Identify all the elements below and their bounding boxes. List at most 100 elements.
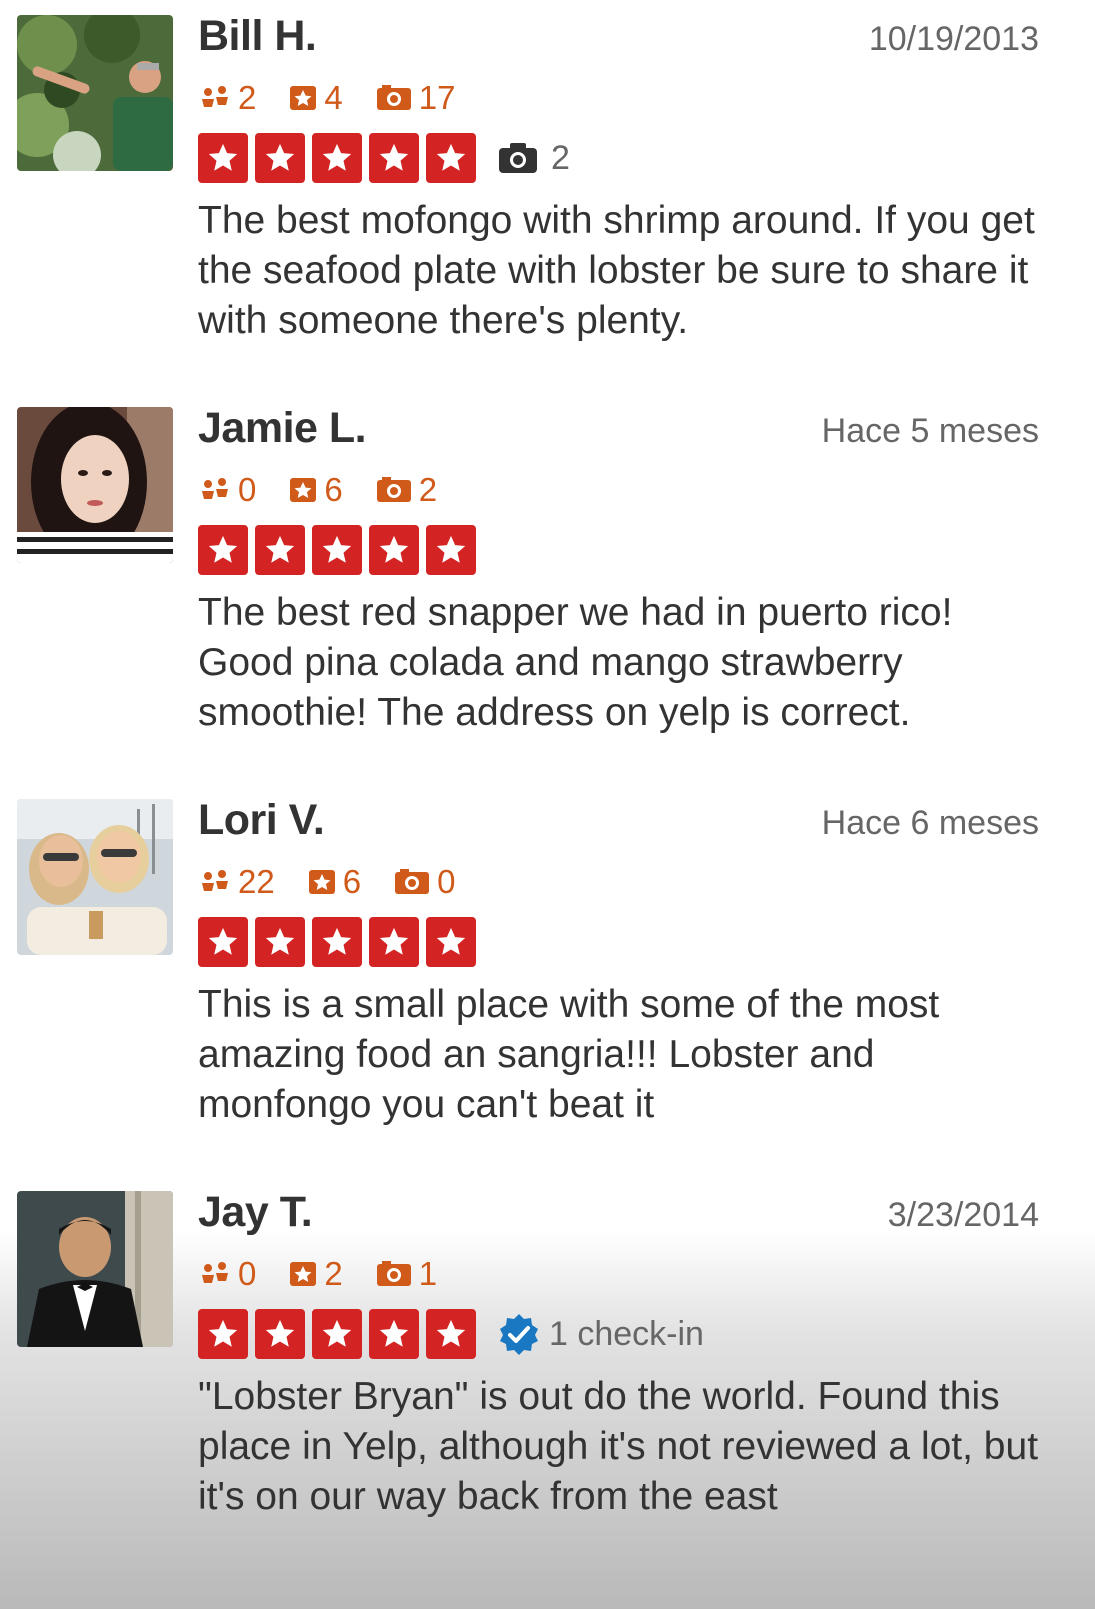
reviews-count: 4 — [324, 79, 343, 116]
review-photos-badge[interactable]: 2 — [497, 139, 570, 178]
reviewer-stats: 0 2 1 — [198, 1254, 469, 1294]
photos-stat: 0 — [393, 863, 455, 901]
reviews-stat: 2 — [288, 1255, 343, 1293]
rating-star — [198, 133, 248, 183]
rating-star — [312, 133, 362, 183]
checkin-count: 1 check-in — [549, 1314, 704, 1353]
rating-star — [255, 133, 305, 183]
review-text: "Lobster Bryan" is out do the world. Fou… — [198, 1375, 1039, 1518]
review-item[interactable]: Bill H. 10/19/2013 2 4 17 2 The best mof… — [0, 0, 1095, 400]
reviewer-name[interactable]: Jamie L. — [198, 404, 367, 453]
rating-star — [369, 1309, 419, 1359]
photos-count: 0 — [437, 863, 456, 900]
review-star-icon — [290, 86, 317, 110]
photo-icon — [395, 869, 430, 894]
photos-stat: 17 — [375, 79, 456, 117]
friends-stat: 0 — [198, 1255, 256, 1293]
avatar[interactable] — [17, 1191, 173, 1347]
review-item[interactable]: Jay T. 3/23/2014 0 2 1 1 check-in "Lobst… — [0, 1176, 1095, 1576]
friends-stat: 0 — [198, 471, 256, 509]
rating-star — [426, 1309, 476, 1359]
reviewer-name[interactable]: Jay T. — [198, 1188, 313, 1237]
photo-icon — [376, 85, 411, 110]
checkin-badge: 1 check-in — [497, 1312, 704, 1356]
rating-star — [426, 917, 476, 967]
star-icon — [265, 1319, 295, 1347]
star-icon — [265, 535, 295, 563]
avatar[interactable] — [17, 15, 173, 171]
rating-star — [255, 525, 305, 575]
friends-icon — [202, 478, 228, 499]
photos-stat: 2 — [375, 471, 437, 509]
reviews-stat: 4 — [288, 79, 343, 117]
rating-star — [426, 525, 476, 575]
rating-star — [312, 525, 362, 575]
review-photos-count: 2 — [551, 138, 570, 177]
rating-star — [312, 1309, 362, 1359]
star-icon — [265, 143, 295, 171]
reviewer-name[interactable]: Bill H. — [198, 12, 317, 61]
avatar[interactable] — [17, 407, 173, 563]
reviews-stat: 6 — [307, 863, 361, 901]
review-text: This is a small place with some of the m… — [198, 983, 940, 1126]
rating-star — [255, 1309, 305, 1359]
reviews-count: 6 — [342, 863, 362, 900]
star-icon — [436, 143, 466, 171]
rating-star — [255, 917, 305, 967]
review-date: Hace 5 meses — [821, 412, 1039, 450]
avatar[interactable] — [17, 799, 173, 955]
star-icon — [436, 927, 466, 955]
review-item[interactable]: Lori V. Hace 6 meses 22 6 0 This is a sm… — [0, 784, 1095, 1184]
review-text: The best red snapper we had in puerto ri… — [198, 591, 953, 734]
reviewer-stats: 22 6 0 — [198, 862, 487, 902]
review-star-icon — [308, 870, 335, 894]
star-icon — [208, 535, 238, 563]
star-rating — [198, 916, 483, 968]
rating-star — [369, 917, 419, 967]
star-icon — [379, 927, 409, 955]
reviews-list: Bill H. 10/19/2013 2 4 17 2 The best mof… — [0, 0, 1095, 1609]
star-icon — [208, 1319, 238, 1347]
star-icon — [208, 143, 238, 171]
star-icon — [379, 1319, 409, 1347]
rating-star — [369, 525, 419, 575]
reviewer-stats: 0 6 2 — [198, 470, 469, 510]
star-icon — [322, 1319, 352, 1347]
star-icon — [379, 143, 409, 171]
star-icon — [322, 927, 352, 955]
friends-count: 0 — [238, 471, 257, 508]
camera-icon — [499, 143, 537, 173]
photos-count: 17 — [418, 79, 456, 116]
star-icon — [436, 1319, 466, 1347]
reviewer-stats: 2 4 17 — [198, 78, 487, 118]
review-date: Hace 6 meses — [821, 804, 1039, 842]
rating-star — [369, 133, 419, 183]
star-icon — [208, 927, 238, 955]
star-rating: 2 — [198, 132, 570, 184]
friends-count: 22 — [238, 863, 275, 900]
reviewer-name[interactable]: Lori V. — [198, 796, 325, 845]
star-icon — [322, 535, 352, 563]
friends-count: 0 — [238, 1255, 257, 1292]
friends-stat: 22 — [198, 863, 275, 901]
star-rating — [198, 524, 483, 576]
review-star-icon — [290, 478, 317, 502]
rating-star — [312, 917, 362, 967]
review-star-icon — [290, 1262, 317, 1286]
star-icon — [265, 927, 295, 955]
friends-icon — [202, 1262, 228, 1283]
friends-icon — [202, 870, 228, 891]
rating-star — [426, 133, 476, 183]
friends-stat: 2 — [198, 79, 256, 117]
photos-count: 1 — [418, 1255, 438, 1292]
friends-count: 2 — [238, 79, 257, 116]
review-date: 3/23/2014 — [887, 1196, 1039, 1234]
photos-stat: 1 — [375, 1255, 437, 1293]
rating-star — [198, 525, 248, 575]
review-item[interactable]: Jamie L. Hace 5 meses 0 6 2 The best red… — [0, 392, 1095, 792]
star-icon — [322, 143, 352, 171]
verified-check-icon — [500, 1314, 538, 1355]
rating-star — [198, 1309, 248, 1359]
review-text: The best mofongo with shrimp around. If … — [198, 199, 1035, 342]
star-icon — [379, 535, 409, 563]
